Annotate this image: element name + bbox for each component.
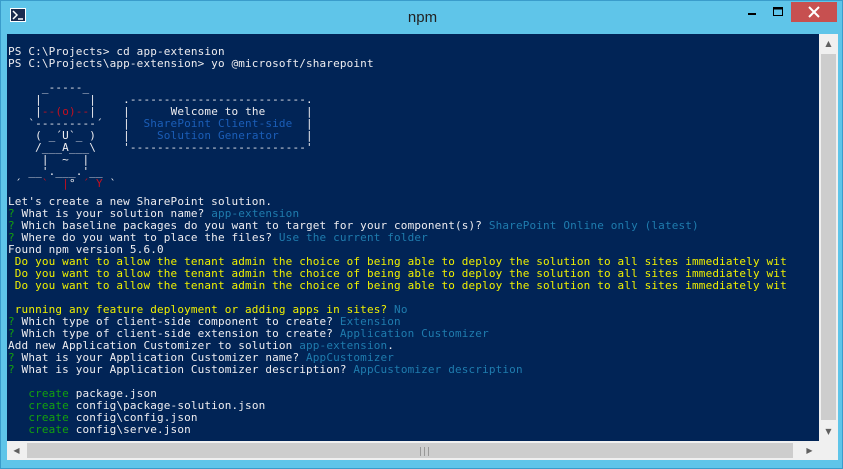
terminal-line: ? What is your Application Customizer de… xyxy=(8,364,523,376)
maximize-button[interactable] xyxy=(765,2,791,22)
scroll-grip-icon: ||| xyxy=(419,447,432,457)
scroll-right-arrow-icon[interactable]: ▶ xyxy=(801,442,818,459)
terminal-text: ` xyxy=(102,177,117,190)
horizontal-scrollbar[interactable]: ◀ ||| ▶ xyxy=(7,441,819,460)
resize-grip[interactable] xyxy=(819,441,838,460)
terminal-line: create config\serve.json xyxy=(8,424,191,436)
terminal-text: ° xyxy=(68,177,83,190)
title-bar[interactable]: npm xyxy=(1,1,843,34)
terminal-text: ` | xyxy=(41,177,69,190)
terminal-line: PS C:\Projects\app-extension> yo @micros… xyxy=(8,58,374,70)
terminal-text: Use the current folder xyxy=(278,231,428,244)
terminal-text: What is your Application Customizer desc… xyxy=(21,363,354,376)
terminal-text: PS C:\Projects\app-extension> yo @micros… xyxy=(8,57,374,70)
vertical-scroll-thumb[interactable] xyxy=(821,54,836,420)
vertical-scrollbar[interactable]: ▲ ▼ xyxy=(819,34,838,441)
terminal-text: config\serve.json xyxy=(75,423,191,436)
terminal-output[interactable]: PS C:\Projects> cd app-extension PS C:\Pr… xyxy=(7,34,819,441)
window-title: npm xyxy=(407,9,438,26)
terminal-text: Do you want to allow the tenant admin th… xyxy=(8,279,787,292)
terminal-line: Do you want to allow the tenant admin th… xyxy=(8,280,787,292)
terminal-text: ? xyxy=(8,363,22,376)
scroll-up-arrow-icon[interactable]: ▲ xyxy=(820,35,837,52)
console-window: npm PS C:\Projects> cd app-extension PS C… xyxy=(0,0,843,469)
terminal-text: ´ Y xyxy=(82,177,103,190)
terminal-text: SharePoint Online only (latest) xyxy=(488,219,699,232)
scroll-left-arrow-icon[interactable]: ◀ xyxy=(8,442,25,459)
terminal-text: AppCustomizer description xyxy=(353,363,523,376)
minimize-button[interactable] xyxy=(739,2,765,22)
scroll-down-arrow-icon[interactable]: ▼ xyxy=(820,423,837,440)
terminal-line: ´ ` |° ´ Y ` xyxy=(8,178,116,190)
horizontal-scroll-thumb[interactable]: ||| xyxy=(27,443,793,458)
terminal-text: ´ xyxy=(8,177,42,190)
terminal-text: create xyxy=(8,423,76,436)
close-button[interactable] xyxy=(791,2,837,22)
